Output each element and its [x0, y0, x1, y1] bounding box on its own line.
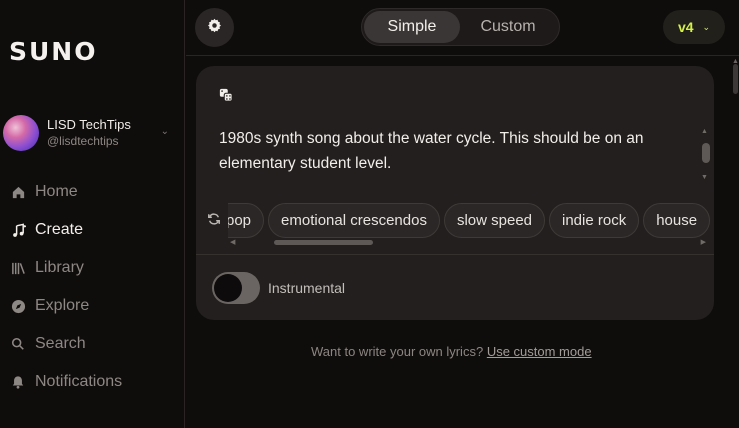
chevron-down-icon: ⌄ — [702, 21, 711, 32]
scrollbar-thumb[interactable] — [702, 143, 710, 163]
scroll-left-arrow[interactable]: ◀ — [230, 238, 235, 246]
sidebar-item-label: Home — [35, 183, 78, 200]
chevron-down-icon: ⌄ — [160, 126, 169, 137]
dice-icon[interactable] — [219, 88, 233, 107]
sidebar-item-label: Search — [35, 335, 86, 352]
sidebar-nav: Home Create Library Explore Search Notif… — [0, 173, 184, 401]
custom-mode-hint: Want to write your own lyrics? Use custo… — [311, 344, 592, 359]
song-description-input[interactable]: 1980s synth song about the water cycle. … — [219, 126, 689, 176]
settings-button[interactable] — [195, 8, 234, 47]
instrumental-label: Instrumental — [268, 280, 346, 296]
scroll-right-arrow[interactable]: ▶ — [701, 238, 706, 246]
compass-icon — [10, 298, 26, 314]
style-tag[interactable]: emotional crescendos — [268, 203, 440, 238]
scroll-down-arrow[interactable]: ▼ — [701, 174, 708, 181]
prompt-scrollbar[interactable]: ▲ ▼ — [701, 128, 711, 184]
sidebar-item-notifications[interactable]: Notifications — [0, 363, 184, 401]
sidebar-item-create[interactable]: Create — [0, 211, 184, 249]
bell-icon — [10, 374, 26, 390]
sidebar-item-label: Create — [35, 221, 84, 238]
scroll-up-arrow[interactable]: ▲ — [701, 128, 708, 135]
instrumental-toggle[interactable] — [212, 272, 260, 304]
gear-icon — [207, 18, 222, 38]
sidebar-item-library[interactable]: Library — [0, 249, 184, 287]
profile-switcher[interactable]: LISD TechTips @lisdtechtips ⌄ — [3, 112, 175, 154]
sidebar-item-label: Library — [35, 259, 84, 276]
refresh-tags-icon[interactable] — [207, 212, 223, 228]
sidebar-item-home[interactable]: Home — [0, 173, 184, 211]
divider — [196, 254, 714, 255]
search-icon — [10, 336, 26, 352]
style-tag[interactable]: house — [643, 203, 710, 238]
song-description-card: 1980s synth song about the water cycle. … — [196, 66, 714, 320]
model-version-label: v4 — [677, 19, 694, 35]
home-icon — [10, 184, 26, 200]
avatar — [3, 115, 39, 151]
sidebar-item-explore[interactable]: Explore — [0, 287, 184, 325]
suno-logo[interactable]: SUNO — [9, 37, 97, 66]
hint-text: Want to write your own lyrics? — [311, 344, 484, 359]
tags-scrollbar[interactable]: ◀ ▶ — [230, 239, 706, 247]
use-custom-mode-link[interactable]: Use custom mode — [487, 344, 592, 359]
style-tag[interactable]: slow speed — [443, 203, 545, 238]
style-tag[interactable]: indie rock — [549, 203, 640, 238]
scrollbar-thumb[interactable] — [274, 240, 373, 245]
sidebar: SUNO LISD TechTips @lisdtechtips ⌄ Home … — [0, 0, 185, 428]
mode-simple-button[interactable]: Simple — [364, 11, 460, 43]
sidebar-item-label: Explore — [35, 297, 90, 314]
toggle-knob — [214, 274, 242, 302]
music-note-icon — [10, 222, 26, 238]
app-root: SUNO LISD TechTips @lisdtechtips ⌄ Home … — [0, 0, 739, 428]
profile-handle: @lisdtechtips — [47, 134, 119, 148]
sidebar-item-label: Notifications — [35, 373, 123, 390]
style-tag[interactable]: pop — [228, 203, 265, 238]
mode-toggle: Simple Custom — [361, 8, 560, 46]
mode-custom-button[interactable]: Custom — [460, 11, 556, 43]
model-version-select[interactable]: v4 ⌄ — [663, 10, 725, 44]
style-tags-row: pop emotional crescendos slow speed indi… — [228, 203, 710, 239]
sidebar-item-search[interactable]: Search — [0, 325, 184, 363]
profile-name: LISD TechTips — [47, 117, 131, 132]
library-icon — [10, 260, 26, 276]
top-bar: Simple Custom v4 ⌄ — [186, 0, 739, 56]
page-scrollbar-thumb[interactable] — [733, 64, 738, 94]
